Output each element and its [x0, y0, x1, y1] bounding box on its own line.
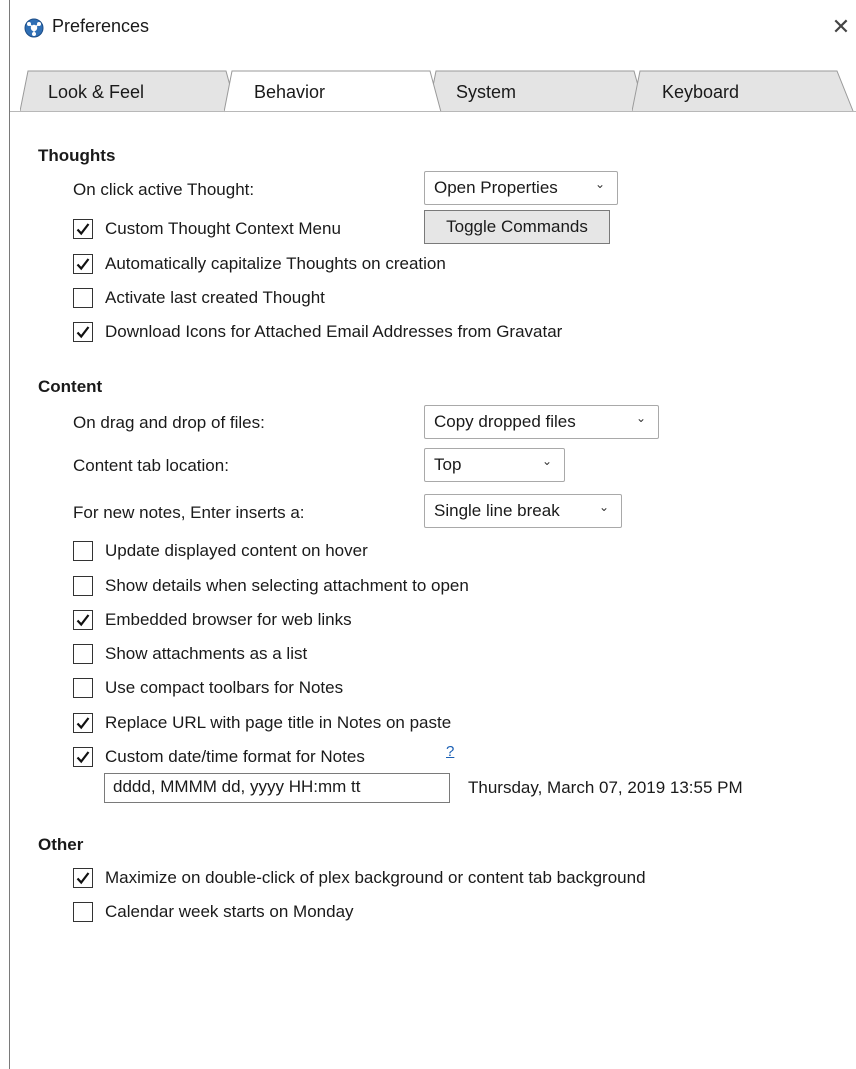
- calendar-option[interactable]: Calendar week starts on Monday: [73, 900, 354, 924]
- title-bar: Preferences ✕: [10, 0, 856, 56]
- gravatar-option[interactable]: Download Icons for Attached Email Addres…: [73, 320, 562, 344]
- embedded-browser-checkbox[interactable]: [73, 610, 93, 630]
- checkbox-label: Show attachments as a list: [105, 644, 308, 663]
- drag-drop-label: On drag and drop of files:: [73, 413, 265, 432]
- enter-inserts-dropdown[interactable]: Single line break ⌄: [424, 494, 622, 528]
- section-heading-thoughts: Thoughts: [38, 146, 116, 165]
- enter-inserts-label: For new notes, Enter inserts a:: [73, 503, 305, 522]
- replace-url-checkbox[interactable]: [73, 713, 93, 733]
- tab-label: Look & Feel: [48, 82, 145, 102]
- embedded-browser-option[interactable]: Embedded browser for web links: [73, 608, 352, 632]
- close-button[interactable]: ✕: [826, 10, 856, 44]
- maximize-option[interactable]: Maximize on double-click of plex backgro…: [73, 866, 646, 890]
- gravatar-checkbox[interactable]: [73, 322, 93, 342]
- update-hover-checkbox[interactable]: [73, 541, 93, 561]
- custom-menu-option[interactable]: Custom Thought Context Menu: [73, 217, 341, 241]
- chevron-down-icon: ⌄: [599, 500, 610, 514]
- checkbox-label: Show details when selecting attachment t…: [105, 576, 469, 595]
- checkbox-label: Custom date/time format for Notes: [105, 747, 365, 766]
- compact-toolbars-option[interactable]: Use compact toolbars for Notes: [73, 676, 343, 700]
- on-click-label: On click active Thought:: [73, 180, 255, 199]
- maximize-checkbox[interactable]: [73, 868, 93, 888]
- checkbox-label: Maximize on double-click of plex backgro…: [105, 868, 646, 887]
- drag-drop-dropdown[interactable]: Copy dropped files ⌄: [424, 405, 659, 439]
- app-logo-icon: [24, 18, 44, 38]
- activate-last-option[interactable]: Activate last created Thought: [73, 286, 325, 310]
- dropdown-value: Single line break: [434, 501, 560, 520]
- dropdown-value: Open Properties: [434, 178, 558, 197]
- capitalize-checkbox[interactable]: [73, 254, 93, 274]
- section-heading-content: Content: [38, 377, 103, 396]
- help-link[interactable]: ?: [446, 743, 454, 760]
- checkbox-label: Replace URL with page title in Notes on …: [105, 713, 452, 732]
- tab-strip: Look & Feel System Keyboard Behavior: [10, 70, 856, 113]
- custom-date-checkbox[interactable]: [73, 747, 93, 767]
- window-title: Preferences: [52, 16, 150, 36]
- capitalize-option[interactable]: Automatically capitalize Thoughts on cre…: [73, 252, 446, 276]
- attachments-list-checkbox[interactable]: [73, 644, 93, 664]
- window-border: [9, 0, 10, 1069]
- checkbox-label: Download Icons for Attached Email Addres…: [105, 322, 563, 341]
- checkbox-label: Activate last created Thought: [105, 288, 325, 307]
- show-details-option[interactable]: Show details when selecting attachment t…: [73, 574, 469, 598]
- chevron-down-icon: ⌄: [595, 177, 606, 191]
- on-click-dropdown[interactable]: Open Properties ⌄: [424, 171, 618, 205]
- tab-look-and-feel[interactable]: Look & Feel: [20, 70, 238, 112]
- activate-last-checkbox[interactable]: [73, 288, 93, 308]
- show-details-checkbox[interactable]: [73, 576, 93, 596]
- tab-system[interactable]: System: [428, 70, 646, 112]
- compact-toolbars-checkbox[interactable]: [73, 678, 93, 698]
- checkbox-label: Update displayed content on hover: [105, 541, 368, 560]
- chevron-down-icon: ⌄: [636, 411, 647, 425]
- tab-location-dropdown[interactable]: Top ⌄: [424, 448, 565, 482]
- section-heading-other: Other: [38, 835, 84, 854]
- update-hover-option[interactable]: Update displayed content on hover: [73, 539, 368, 563]
- custom-menu-checkbox[interactable]: [73, 219, 93, 239]
- replace-url-option[interactable]: Replace URL with page title in Notes on …: [73, 711, 451, 735]
- toggle-commands-button[interactable]: Toggle Commands: [424, 210, 610, 244]
- tab-behavior[interactable]: Behavior: [224, 70, 442, 113]
- tab-baseline: [10, 111, 856, 112]
- tab-label: Keyboard: [662, 82, 740, 102]
- checkbox-label: Calendar week starts on Monday: [105, 902, 354, 921]
- checkbox-label: Embedded browser for web links: [105, 610, 352, 629]
- chevron-down-icon: ⌄: [542, 454, 553, 468]
- date-format-input[interactable]: dddd, MMMM dd, yyyy HH:mm tt: [104, 773, 450, 803]
- attachments-list-option[interactable]: Show attachments as a list: [73, 642, 307, 666]
- dropdown-value: Copy dropped files: [434, 412, 576, 431]
- checkbox-label: Custom Thought Context Menu: [105, 219, 341, 238]
- dropdown-value: Top: [434, 455, 462, 474]
- custom-date-option[interactable]: Custom date/time format for Notes: [73, 745, 365, 769]
- tab-label: Behavior: [254, 82, 326, 102]
- checkbox-label: Automatically capitalize Thoughts on cre…: [105, 254, 446, 273]
- date-format-preview: Thursday, March 07, 2019 13:55 PM: [468, 778, 743, 797]
- tab-location-label: Content tab location:: [73, 456, 229, 475]
- checkbox-label: Use compact toolbars for Notes: [105, 678, 344, 697]
- tab-label: System: [456, 82, 517, 102]
- calendar-checkbox[interactable]: [73, 902, 93, 922]
- tab-keyboard[interactable]: Keyboard: [632, 70, 854, 112]
